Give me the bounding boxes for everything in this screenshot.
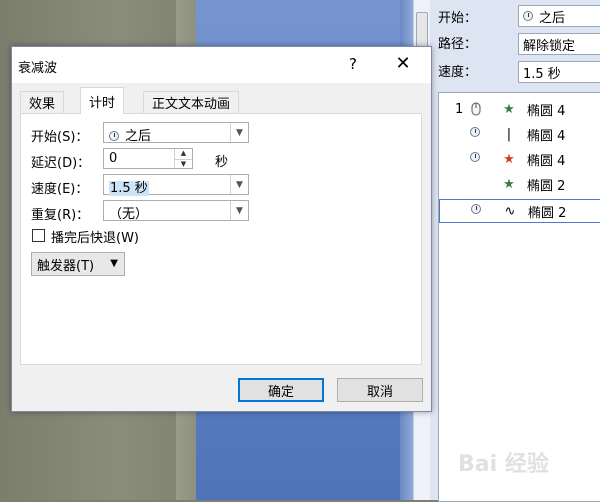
speed-combo-value: 1.5 秒 <box>109 181 149 196</box>
item-name: 椭圆 2 <box>528 205 567 221</box>
scrollbar-thumb[interactable] <box>416 12 428 48</box>
effect-star-icon: ★ <box>503 151 515 167</box>
list-item[interactable]: ★ 椭圆 4 <box>439 147 600 171</box>
start-row: 开始： <box>438 4 512 28</box>
start-select[interactable]: 之后 <box>518 5 600 27</box>
item-name: 椭圆 2 <box>527 178 566 194</box>
effect-star-icon: ★ <box>503 176 515 192</box>
list-item-selected[interactable]: ∿ 椭圆 2 <box>439 199 600 223</box>
close-icon[interactable]: ✕ <box>391 53 415 75</box>
delay-stepper[interactable]: 0 ▲ ▼ <box>103 148 193 169</box>
tab-effect[interactable]: 效果 <box>20 91 65 113</box>
path-select[interactable]: 解除锁定 <box>518 33 600 55</box>
clock-icon <box>470 127 480 137</box>
effect-options-dialog: 衰减波 ? ✕ 效果 计时 正文文本动画 开始(S)： 之后 ▼ 延迟(D)： <box>11 46 432 412</box>
speed-select-value: 1.5 秒 <box>523 66 561 82</box>
double-chevron-down-icon: ▼ <box>110 258 118 269</box>
effect-wave-icon: ∿ <box>504 203 516 219</box>
speed-combo-text: 1.5 秒 <box>109 177 149 196</box>
tab-timing[interactable]: 计时 <box>80 87 125 114</box>
delay-unit: 秒 <box>215 155 229 170</box>
effect-star-icon: ★ <box>503 101 515 117</box>
dialog-body: 效果 计时 正文文本动画 开始(S)： 之后 ▼ 延迟(D)： 0 ▲ ▼ 秒 … <box>12 83 431 411</box>
item-name: 椭圆 4 <box>527 103 566 119</box>
custom-animation-pane: 开始： 之后 路径： 解除锁定 速度： 1.5 秒 1 ★ 椭圆 4 | 椭圆 … <box>430 0 600 502</box>
chevron-down-icon[interactable]: ▼ <box>230 123 248 142</box>
speed-select[interactable]: 1.5 秒 <box>518 61 600 83</box>
chevron-down-icon[interactable]: ▼ <box>230 201 248 220</box>
clock-icon <box>470 152 480 162</box>
clock-icon-wrap <box>470 152 484 166</box>
path-select-value: 解除锁定 <box>523 38 576 54</box>
help-icon[interactable]: ? <box>342 55 364 73</box>
delay-label: 延迟(D)： <box>31 156 91 171</box>
speed-label: 速度(E)： <box>31 182 89 197</box>
path-label: 路径： <box>438 36 478 52</box>
cancel-button[interactable]: 取消 <box>337 378 423 402</box>
rewind-checkbox[interactable] <box>32 229 45 242</box>
start-combo-text: 之后 <box>109 125 151 144</box>
start-label: 开始： <box>438 10 478 26</box>
clock-icon <box>471 204 481 214</box>
repeat-label: 重复(R)： <box>31 208 90 223</box>
start-combo-value: 之后 <box>125 129 152 144</box>
mouse-icon <box>470 102 484 116</box>
clock-icon-wrap <box>471 204 485 218</box>
animation-list[interactable]: 1 ★ 椭圆 4 | 椭圆 4 ★ 椭圆 4 ★ 椭圆 2 ∿ 椭圆 2 <box>438 92 600 502</box>
start-select-value: 之后 <box>539 10 566 26</box>
item-order: 1 <box>455 101 464 117</box>
timing-panel: 开始(S)： 之后 ▼ 延迟(D)： 0 ▲ ▼ 秒 速度(E)： 1.5 秒 <box>20 113 422 365</box>
chevron-down-icon[interactable]: ▼ <box>230 175 248 194</box>
tab-label: 计时 <box>89 95 116 111</box>
stepper-up-icon[interactable]: ▲ <box>175 149 192 159</box>
clock-icon-wrap <box>470 127 484 141</box>
stepper-down-icon[interactable]: ▼ <box>175 158 192 169</box>
dialog-titlebar[interactable]: 衰减波 ? ✕ <box>12 47 431 83</box>
tab-label: 效果 <box>29 97 56 112</box>
rewind-label: 播完后快退(W) <box>51 231 139 246</box>
tab-text-animation[interactable]: 正文文本动画 <box>143 91 240 113</box>
start-combo[interactable]: 之后 ▼ <box>103 122 249 144</box>
trigger-label: 触发器(T) <box>37 258 95 274</box>
watermark: Bai 经验 <box>458 452 549 477</box>
dialog-title: 衰减波 <box>18 61 58 76</box>
stepper-buttons: ▲ ▼ <box>174 149 192 168</box>
clock-icon <box>109 131 119 141</box>
ok-button[interactable]: 确定 <box>238 378 324 402</box>
delay-value: 0 <box>109 151 118 166</box>
path-row: 路径： <box>438 30 512 54</box>
tab-label: 正文文本动画 <box>152 97 231 112</box>
trigger-button[interactable]: 触发器(T) ▼ <box>31 252 125 276</box>
speed-combo[interactable]: 1.5 秒 ▼ <box>103 174 249 196</box>
start-label: 开始(S)： <box>31 130 89 145</box>
item-name: 椭圆 4 <box>527 128 566 144</box>
repeat-combo[interactable]: （无） ▼ <box>103 200 249 222</box>
speed-label: 速度： <box>438 64 478 80</box>
list-item[interactable]: | 椭圆 4 <box>439 122 600 146</box>
clock-icon <box>523 11 533 21</box>
item-name: 椭圆 4 <box>527 153 566 169</box>
list-item[interactable]: ★ 椭圆 2 <box>439 172 600 196</box>
effect-line-icon: | <box>506 126 512 142</box>
repeat-combo-value: （无） <box>109 207 149 222</box>
list-item[interactable]: 1 ★ 椭圆 4 <box>439 97 600 121</box>
speed-row: 速度： <box>438 58 512 82</box>
